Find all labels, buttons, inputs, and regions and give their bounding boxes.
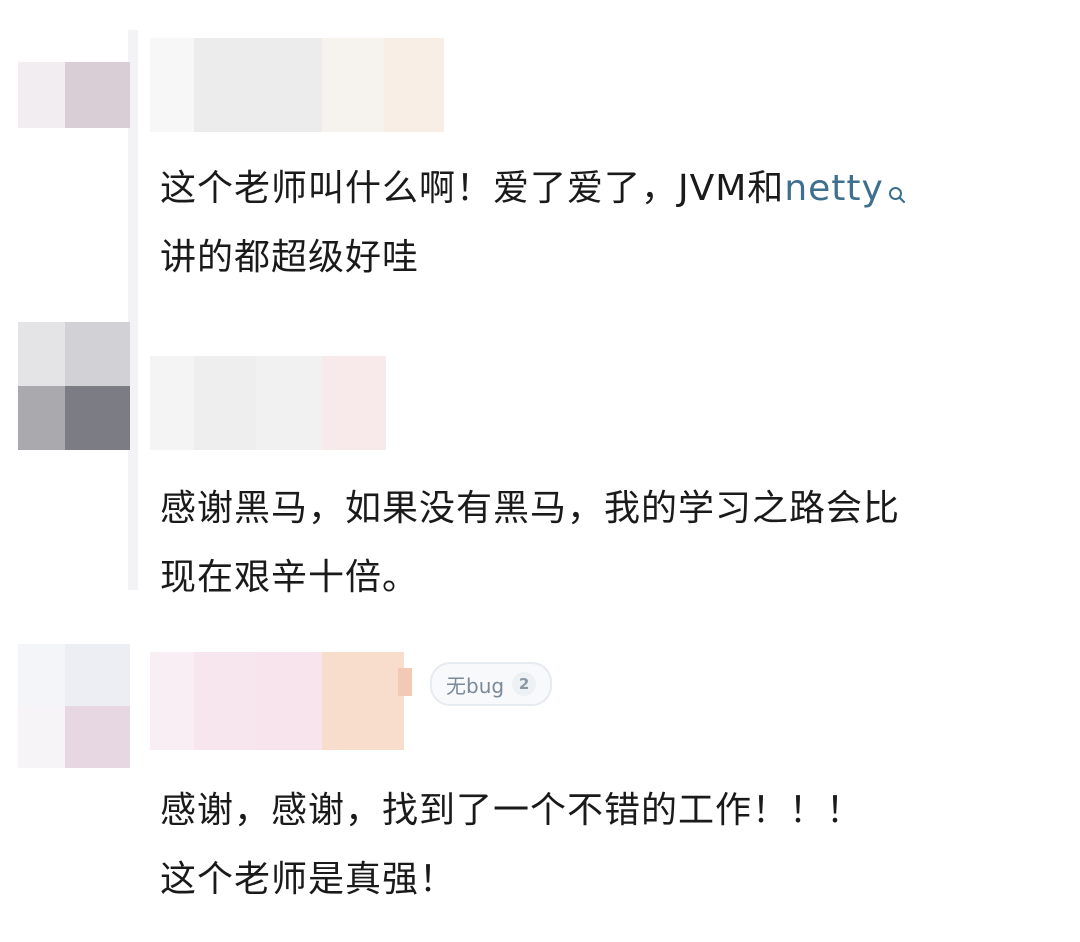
comment-line-text: 这个老师叫什么啊！爱了爱了，JVM和: [160, 168, 785, 209]
comment-text: 感谢，感谢，找到了一个不错的工作！！！ 这个老师是真强！: [160, 776, 1040, 914]
username-blurred[interactable]: [150, 652, 404, 750]
comment-line: 讲的都超级好哇: [160, 237, 420, 278]
search-icon[interactable]: [888, 162, 906, 204]
comment-text: 感谢黑马，如果没有黑马，我的学习之路会比 现在艰辛十倍。: [160, 474, 1040, 612]
user-level-badge[interactable]: 无bug 2: [430, 662, 553, 706]
username-blurred[interactable]: [150, 38, 444, 132]
username-fragment: [398, 668, 412, 696]
comment-line: 现在艰辛十倍。: [160, 557, 420, 598]
username-blurred[interactable]: [150, 356, 386, 450]
comment-line: 这个老师是真强！: [160, 859, 457, 900]
avatar[interactable]: [18, 644, 130, 768]
avatar[interactable]: [18, 62, 130, 128]
badge-label: 无bug: [446, 673, 505, 698]
avatar[interactable]: [18, 322, 130, 450]
netty-search-link[interactable]: netty: [784, 168, 884, 209]
comment-text: 这个老师叫什么啊！爱了爱了，JVM和netty 讲的都超级好哇: [160, 154, 1040, 292]
comment-line: 感谢，感谢，找到了一个不错的工作！！！: [160, 790, 864, 831]
comment-line: 感谢黑马，如果没有黑马，我的学习之路会比: [160, 488, 901, 529]
comment-line: 这个老师叫什么啊！爱了爱了，JVM和netty: [160, 154, 1040, 223]
badge-level: 2: [512, 672, 537, 696]
